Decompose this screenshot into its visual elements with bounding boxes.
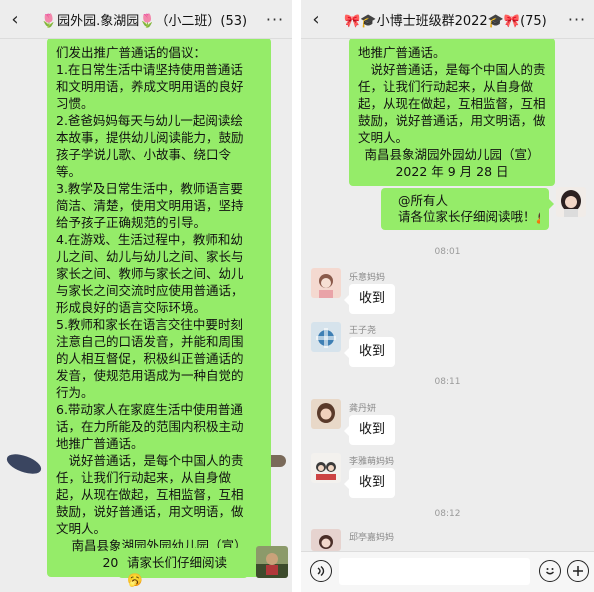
notice-line: 起，从现在做起，互相监督，互相 <box>56 487 244 502</box>
notice-signature: 南昌县象湖园外园幼儿园（宣） <box>364 147 540 162</box>
notice-line: 任，让我们行动起来，从自身做 <box>56 470 232 485</box>
notice-line: 的人相互督促，积极纠正普通话的 <box>56 351 244 366</box>
notice-line: 3.教学及日常生活中，教师语言要 <box>56 181 243 196</box>
notice-line: 简洁、清楚，使用文明用语，坚持 <box>56 198 244 213</box>
notice-line: 孩子学说儿歌、小故事、绕口令 <box>56 147 232 162</box>
notice-line: 1.在日常生活中请坚持使用普通话 <box>56 62 243 77</box>
sender-name: 乐意妈妈 <box>349 273 386 283</box>
notice-line: 话，在力所能及的范围内积极主动 <box>56 419 244 434</box>
sender-avatar[interactable] <box>256 546 288 578</box>
notice-message-bubble[interactable]: 地推广普通话。 说好普通话，是每个中国人的责 任，让我们行动起来，从自身做 起，从现… <box>349 38 555 186</box>
notice-line: 发音，使规范用语成为一种自觉的 <box>56 368 244 383</box>
notice-line: 任，让我们行动起来，从自身做 <box>358 79 534 94</box>
notice-line: 说好普通话，是每个中国人的责 <box>56 453 244 468</box>
chat-input-bar <box>301 551 594 592</box>
sender-avatar[interactable] <box>556 187 586 217</box>
chevron-left-icon[interactable]: ‹ <box>301 9 331 30</box>
chat-title: 🌷园外园.象湖园🌷（小二班）(53) <box>40 13 248 29</box>
notice-line: 给予孩子正确规范的引导。 <box>56 215 207 230</box>
received-message-bubble[interactable]: 收到 <box>343 468 396 498</box>
more-icon[interactable]: ··· <box>560 10 594 29</box>
notice-line: 儿之间、幼儿与幼儿之间、家长与 <box>56 249 244 264</box>
sender-name: 王子尧 <box>349 326 377 336</box>
emoji-icon[interactable] <box>539 560 561 582</box>
timestamp: 08:01 <box>434 247 461 257</box>
notice-line: 4.在游戏、生活过程中，教师和幼 <box>56 232 243 247</box>
notice-line: 说好普通话，是每个中国人的责 <box>358 62 546 77</box>
chat-title-bar: ‹ 🎀🎓小博士班级群2022🎓🎀(75) ··· <box>301 0 594 39</box>
chat-title: 🎀🎓小博士班级群2022🎓🎀(75) <box>344 13 547 29</box>
notice-date: 2022 年 9 月 28 日 <box>395 164 509 179</box>
notice-line: 鼓励，说好普通话，用文明语，做 <box>358 113 546 128</box>
right-chat-screen: ‹ 🎀🎓小博士班级群2022🎓🎀(75) ··· 地推广普通话。 说好普通话，是… <box>301 0 594 592</box>
notice-line: 们发出推广普通话的倡议： <box>56 45 207 60</box>
notice-line: 习惯。 <box>56 96 94 111</box>
notice-line: 与家长之间交流时应使用普通话， <box>56 283 244 298</box>
message-text: 收到 <box>359 422 386 437</box>
reply-message-bubble[interactable]: 请家长们仔细阅读🥱 <box>118 548 253 587</box>
sender-name: 龚丹妍 <box>349 404 377 414</box>
notice-line: 等。 <box>56 164 82 179</box>
member-avatar[interactable] <box>311 399 341 429</box>
notice-line: 起，从现在做起，互相监督，互相 <box>358 96 546 111</box>
background-figure-left <box>4 450 46 490</box>
notice-line: 地推广普通话。 <box>56 436 144 451</box>
member-avatar[interactable] <box>311 268 341 298</box>
message-text: 收到 <box>359 291 386 306</box>
notice-line: 文明人。 <box>358 130 409 145</box>
notice-line: 形成良好的语言交际环境。 <box>56 300 207 315</box>
received-message-bubble[interactable]: 收到 <box>343 284 396 314</box>
received-message-bubble[interactable]: 收到 <box>343 337 396 367</box>
received-message-bubble[interactable]: 收到 <box>343 415 396 445</box>
member-avatar[interactable] <box>311 453 341 483</box>
message-input[interactable] <box>339 558 530 585</box>
mention-all: @所有人 <box>398 193 449 208</box>
plus-icon[interactable] <box>567 560 589 582</box>
notice-line: 注意自己的口语发音，并能和周围 <box>56 334 244 349</box>
notice-line: 和文明用语，养成文明用语的良好 <box>56 79 244 94</box>
left-chat-screen: ‹ 🌷园外园.象湖园🌷（小二班）(53) ··· 们发出推广普通话的倡议： 1.在… <box>0 0 292 592</box>
chevron-left-icon[interactable]: ‹ <box>0 9 30 30</box>
sender-name: 邱亭嘉妈妈 <box>349 533 395 543</box>
notice-line: 5.教师和家长在语言交往中要时刻 <box>56 317 243 332</box>
more-icon[interactable]: ··· <box>258 10 292 29</box>
member-avatar[interactable] <box>311 529 341 551</box>
notice-line: 2.爸爸妈妈每天与幼儿一起阅读绘 <box>56 113 243 128</box>
member-avatar[interactable] <box>311 322 341 352</box>
notice-message-bubble[interactable]: 们发出推广普通话的倡议： 1.在日常生活中请坚持使用普通话 和文明用语，养成文明用语… <box>47 38 271 577</box>
reply-text: 请家长们仔细阅读🥱 <box>127 555 228 587</box>
voice-icon[interactable] <box>310 560 332 582</box>
mention-message-bubble[interactable]: @所有人 请各位家长仔细阅读哦！🙇 <box>381 188 554 230</box>
mention-text: 请各位家长仔细阅读哦！🙇 <box>398 209 540 224</box>
notice-line: 文明人。 <box>56 521 107 536</box>
notice-line: 行为。 <box>56 385 94 400</box>
notice-line: 6.带动家人在家庭生活中使用普通 <box>56 402 243 417</box>
timestamp: 08:11 <box>434 377 461 387</box>
message-text: 收到 <box>359 475 386 490</box>
notice-line: 地推广普通话。 <box>358 45 446 60</box>
notice-line: 家长之间、教师与家长之间、幼儿 <box>56 266 244 281</box>
notice-line: 鼓励，说好普通话，用文明语，做 <box>56 504 244 519</box>
sender-name: 李雅萌妈妈 <box>349 457 395 467</box>
notice-line: 本故事，提供幼儿阅读能力，鼓励 <box>56 130 244 145</box>
chat-title-bar: ‹ 🌷园外园.象湖园🌷（小二班）(53) ··· <box>0 0 292 39</box>
timestamp: 08:12 <box>434 509 461 519</box>
message-text: 收到 <box>359 344 386 359</box>
